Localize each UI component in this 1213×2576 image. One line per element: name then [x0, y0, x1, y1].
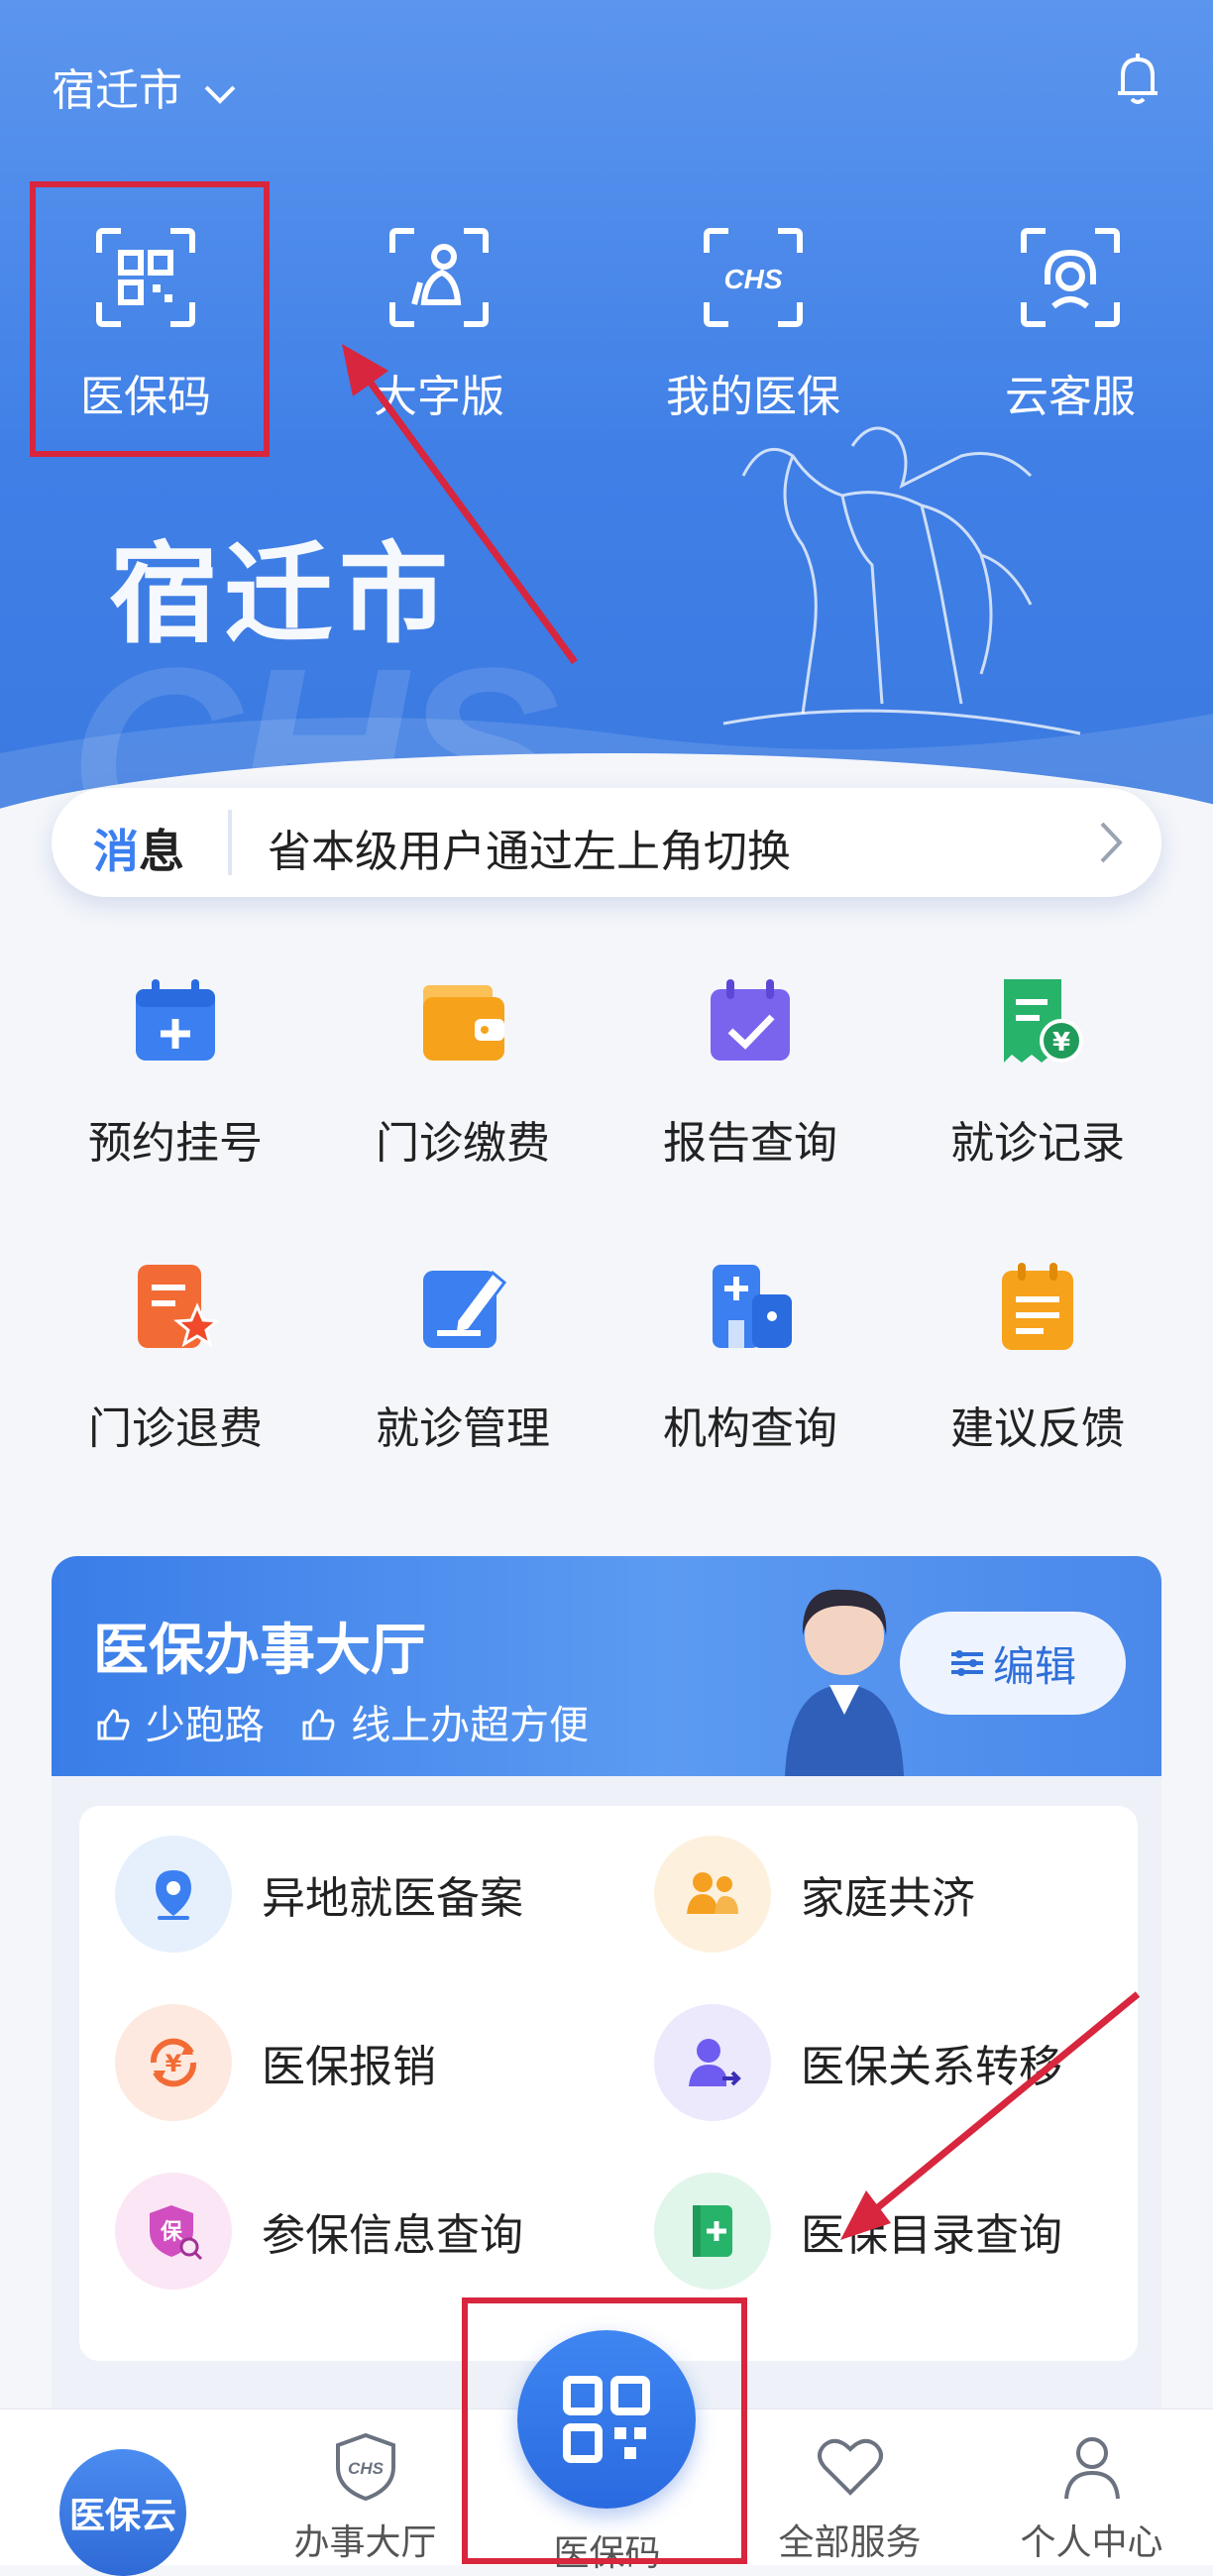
user-transfer-icon: [689, 2039, 741, 2086]
tab-home-logo[interactable]: 医保云: [59, 2449, 186, 2576]
hall-item-icon-bg: [654, 2173, 771, 2290]
chevron-right-icon: [1100, 822, 1123, 863]
quick-action-customer-service[interactable]: 云客服: [946, 223, 1194, 424]
tab-all-services[interactable]: 全部服务: [728, 2429, 971, 2565]
service-label: 建议反馈: [950, 1403, 1125, 1454]
service-label: 门诊缴费: [376, 1118, 550, 1169]
calendar-plus-icon: [136, 979, 215, 1061]
hall-item-icon-bg: ¥: [115, 2004, 232, 2121]
svg-text:¥: ¥: [165, 2050, 182, 2077]
annotation-box-qr-code: [30, 181, 270, 457]
hall-item-label: 参保信息查询: [262, 2210, 523, 2261]
hall-item-family-mutual[interactable]: 家庭共济: [654, 1830, 975, 1959]
hall-item-remote-medical-filing[interactable]: 异地就医备案: [115, 1830, 523, 1959]
hall-subtitle-1: 少跑路: [145, 1703, 265, 1748]
banner-city-title: 宿迁市: [109, 530, 454, 658]
yen-refresh-icon: ¥: [150, 2038, 197, 2087]
service-report-query[interactable]: 报告查询: [606, 971, 894, 1171]
tab-label: 办事大厅: [293, 2522, 437, 2563]
message-tag-part1: 消: [93, 825, 139, 878]
notepad-icon: [1002, 1263, 1073, 1350]
chs-card-icon: CHS: [704, 228, 803, 327]
hall-item-icon-bg: [654, 1836, 771, 1953]
message-tag: 消息: [93, 816, 184, 881]
tab-personal-center[interactable]: 个人中心: [970, 2429, 1213, 2565]
hall-item-label: 异地就医备案: [262, 1873, 523, 1924]
hall-item-reimbursement[interactable]: ¥ 医保报销: [115, 1998, 436, 2127]
wallet-icon: [423, 985, 504, 1061]
heart-icon: [817, 2438, 883, 2496]
chevron-down-icon: [204, 85, 236, 104]
city-label: 宿迁市: [52, 65, 182, 116]
tab-home-label: 医保云: [68, 2496, 176, 2536]
hall-item-icon-bg: [115, 1836, 232, 1953]
svg-text:¥: ¥: [1052, 1028, 1070, 1058]
service-agent-avatar: [785, 1589, 904, 1776]
annotation-box-tab-qr-code: [462, 2297, 747, 2564]
hall-item-insurance-info-query[interactable]: 保 参保信息查询: [115, 2167, 523, 2296]
hall-item-relation-transfer[interactable]: 医保关系转移: [654, 1998, 1062, 2127]
user-icon: [1063, 2437, 1120, 2500]
message-text: 省本级用户通过左上角切换: [268, 827, 791, 877]
svg-text:保: 保: [160, 2220, 183, 2245]
message-divider: [228, 810, 232, 875]
hall-item-icon-bg: 保: [115, 2173, 232, 2290]
bell-icon[interactable]: [1108, 50, 1167, 109]
service-label: 预约挂号: [88, 1118, 263, 1169]
thumbs-up-icon: [97, 1709, 130, 1740]
edit-button[interactable]: 编辑: [900, 1612, 1126, 1715]
service-label: 门诊退费: [88, 1403, 263, 1454]
svg-text:CHS: CHS: [723, 264, 782, 294]
quick-action-large-font[interactable]: 大字版: [315, 223, 563, 424]
service-outpatient-payment[interactable]: 门诊缴费: [319, 971, 606, 1171]
location-pin-icon: [156, 1870, 191, 1920]
service-label: 报告查询: [663, 1118, 837, 1169]
sliders-icon: [950, 1650, 983, 1676]
hall-item-icon-bg: [654, 2004, 771, 2121]
city-selector[interactable]: 宿迁市: [52, 55, 238, 118]
message-bar[interactable]: 消息 省本级用户通过左上角切换: [52, 788, 1161, 897]
hospital-building-icon: [713, 1265, 792, 1348]
service-appointment[interactable]: 预约挂号: [32, 971, 319, 1171]
thumbs-up-icon: [302, 1709, 335, 1740]
document-star-icon: [138, 1265, 221, 1348]
service-outpatient-refund[interactable]: 门诊退费: [32, 1257, 319, 1456]
calendar-check-icon: [711, 979, 790, 1061]
message-tag-part2: 息: [139, 825, 184, 878]
hall-item-label: 医保报销: [262, 2042, 436, 2092]
service-institution-query[interactable]: 机构查询: [606, 1257, 894, 1456]
svg-text:CHS: CHS: [348, 2459, 385, 2478]
quick-action-label: 云客服: [1005, 372, 1136, 422]
hall-item-label: 家庭共济: [801, 1873, 975, 1924]
hall-subtitle: 少跑路 线上办超方便: [93, 1693, 589, 1750]
service-feedback[interactable]: 建议反馈: [894, 1257, 1181, 1456]
headset-icon: [1021, 228, 1120, 327]
quick-action-my-insurance[interactable]: CHS 我的医保: [629, 223, 877, 424]
hall-title: 医保办事大厅: [93, 1619, 426, 1683]
service-label: 就诊管理: [376, 1403, 550, 1454]
service-visit-management[interactable]: 就诊管理: [319, 1257, 606, 1456]
edit-pen-icon: [423, 1270, 507, 1348]
quick-action-label: 我的医保: [666, 372, 840, 422]
service-hall-list: 异地就医备案 家庭共济 ¥ 医保报销 医保关系转移 保 参保信息查询 医保目录查…: [79, 1806, 1138, 2361]
hall-item-label: 医保关系转移: [801, 2042, 1062, 2092]
service-label: 就诊记录: [950, 1118, 1125, 1169]
hall-item-label: 医保目录查询: [801, 2210, 1062, 2261]
edit-label: 编辑: [992, 1641, 1076, 1691]
tab-label: 全部服务: [778, 2522, 922, 2563]
service-hall-banner: 医保办事大厅 少跑路 线上办超方便 编辑: [52, 1556, 1161, 1776]
hall-item-catalog-query[interactable]: 医保目录查询: [654, 2167, 1062, 2296]
tab-label: 个人中心: [1020, 2522, 1163, 2563]
tab-service-hall[interactable]: CHS 办事大厅: [244, 2429, 487, 2565]
receipt-yen-icon: ¥: [1004, 979, 1083, 1063]
service-visit-records[interactable]: ¥ 就诊记录: [894, 971, 1181, 1171]
elder-person-icon: [389, 228, 489, 327]
medical-book-icon: [693, 2205, 732, 2257]
chs-shield-icon: CHS: [335, 2432, 395, 2502]
service-label: 机构查询: [663, 1403, 837, 1454]
quick-action-label: 大字版: [374, 372, 504, 422]
family-icon: [687, 1872, 738, 1914]
shield-search-icon: 保: [150, 2205, 203, 2261]
hall-subtitle-2: 线上办超方便: [351, 1703, 590, 1748]
